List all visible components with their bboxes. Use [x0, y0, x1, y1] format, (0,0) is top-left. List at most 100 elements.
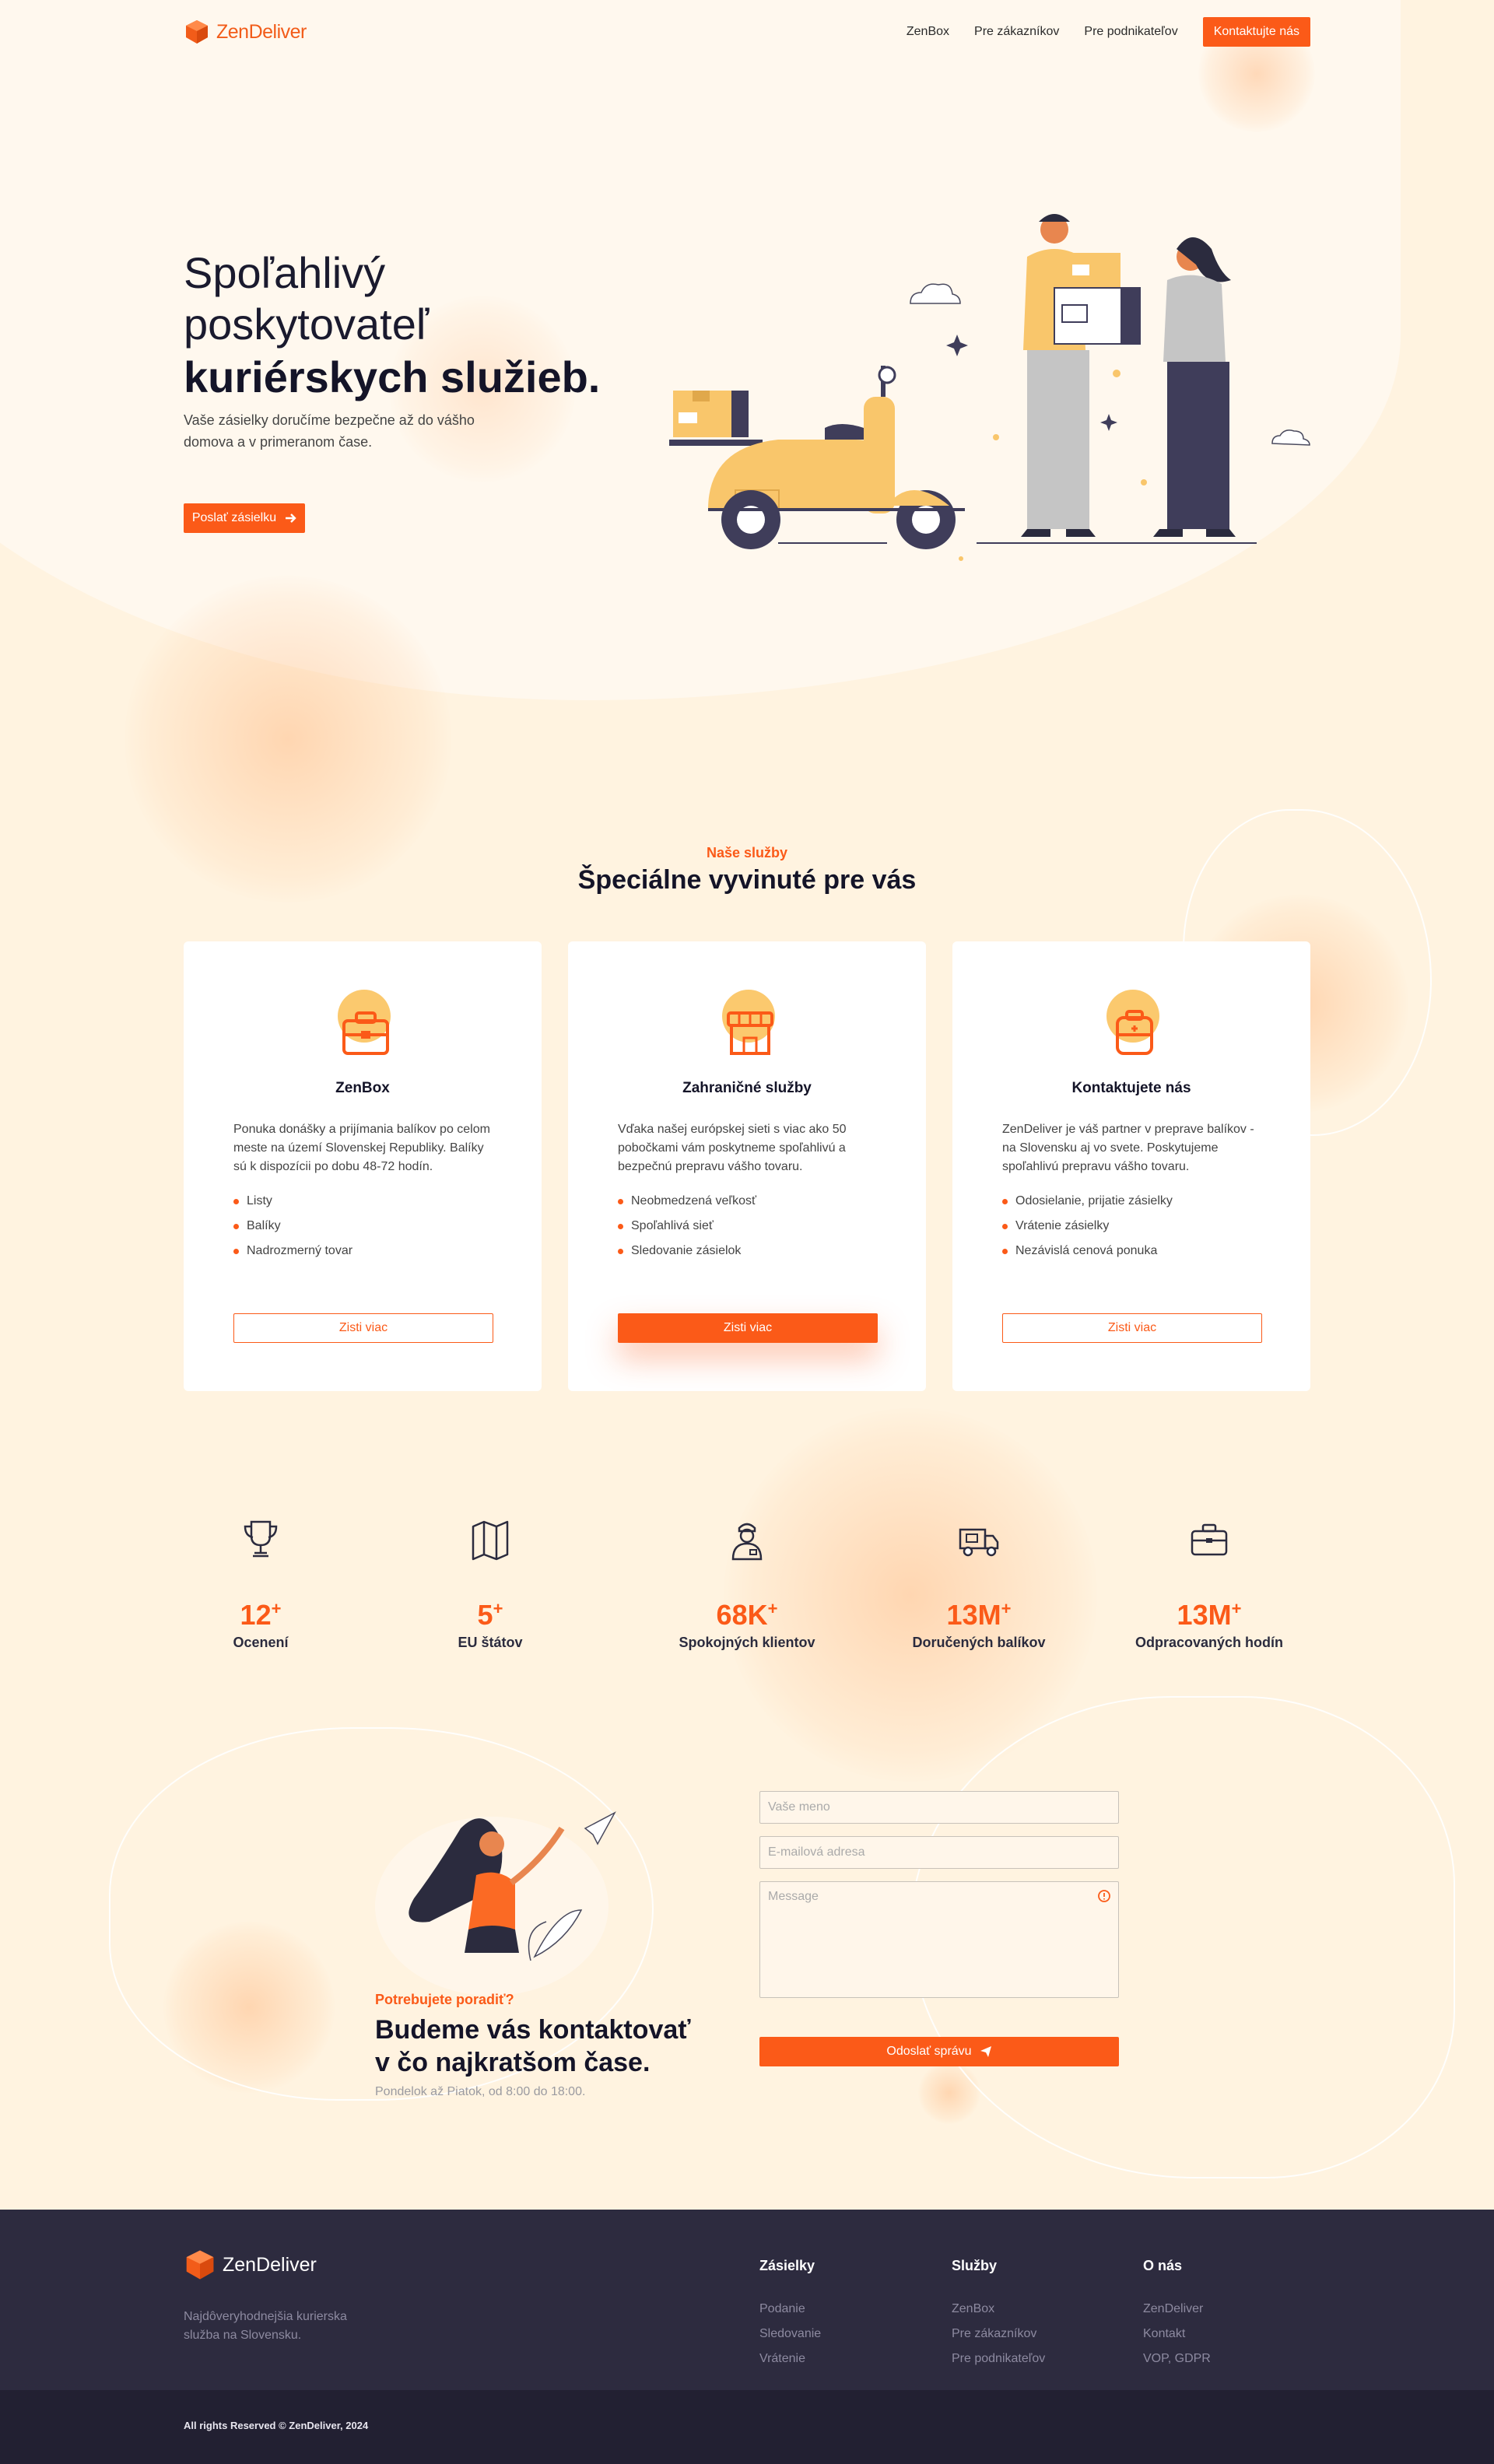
contact-button[interactable]: Kontaktujte nás: [1202, 17, 1310, 47]
card-title: Kontaktujete nás: [1071, 1080, 1191, 1096]
email-input[interactable]: [759, 1836, 1119, 1869]
contact-title-line2: v čo najkratšom čase.: [375, 2048, 651, 2077]
stat-label: Doručených balíkov: [912, 1635, 1046, 1650]
trophy-icon: [244, 1520, 278, 1558]
card-feature: Spoľahlivá sieť: [618, 1214, 756, 1239]
card-feature: Balíky: [233, 1214, 352, 1239]
learn-more-button[interactable]: Zisti viac: [1002, 1313, 1262, 1343]
send-message-label: Odoslať správu: [886, 2045, 972, 2058]
card-feature-list: Odosielanie, prijatie zásielky Vrátenie …: [1002, 1189, 1173, 1264]
delivery-illustration: [669, 214, 1310, 561]
contact-title: Budeme vás kontaktovať v čo najkratšom č…: [375, 2014, 702, 2079]
stat-hours: 13M+ Odpracovaných hodín: [1120, 1517, 1299, 1651]
card-title: Zahraničné služby: [682, 1080, 812, 1096]
footer-link[interactable]: VOP, GDPR: [1143, 2352, 1211, 2377]
top-nav: ZenDeliver ZenBox Pre zákazníkov Pre pod…: [184, 14, 1310, 50]
stat-label: EU štátov: [458, 1635, 523, 1650]
stat-clients: 68K+ Spokojných klientov: [658, 1517, 836, 1651]
copyright-text: All rights Reserved © ZenDeliver, 2024: [184, 2420, 369, 2431]
cube-logo-icon: [186, 20, 208, 44]
card-feature: Neobmedzená veľkosť: [618, 1189, 756, 1214]
paper-plane-icon: [980, 2046, 991, 2057]
learn-more-button[interactable]: Zisti viac: [618, 1313, 878, 1343]
copyright-bar: All rights Reserved © ZenDeliver, 2024: [0, 2390, 1494, 2464]
storefront-icon: [722, 990, 775, 1055]
briefcase-icon: [338, 990, 391, 1055]
nav-link-zenbox[interactable]: ZenBox: [907, 25, 949, 39]
contact-kicker: Potrebujete poradiť?: [375, 1992, 514, 2007]
stat-value: 12+: [240, 1599, 282, 1631]
nav-link-business[interactable]: Pre podnikateľov: [1084, 25, 1177, 39]
stat-packages: 13M+ Doručených balíkov: [889, 1517, 1068, 1651]
hero-title-line3: kuriérskych služieb.: [184, 352, 601, 401]
stat-label: Ocenení: [233, 1635, 289, 1650]
services-title: Špeciálne vyvinuté pre vás: [577, 865, 917, 895]
footer-link[interactable]: ZenBox: [952, 2302, 1045, 2327]
card-feature: Listy: [233, 1189, 352, 1214]
truck-icon: [959, 1528, 999, 1557]
logo[interactable]: ZenDeliver: [184, 19, 307, 45]
learn-more-button[interactable]: Zisti viac: [233, 1313, 493, 1343]
footer-col-title: O nás: [1143, 2258, 1183, 2273]
footer-link[interactable]: Pre zákazníkov: [952, 2327, 1045, 2352]
stat-value: 13M+: [1177, 1599, 1242, 1631]
send-package-button[interactable]: Poslať zásielku: [184, 503, 305, 533]
nav-link-customers[interactable]: Pre zákazníkov: [974, 25, 1059, 39]
backpack-icon: [1106, 990, 1159, 1055]
footer-link[interactable]: Vrátenie: [759, 2352, 821, 2377]
hero-title-line2: poskytovateľ: [184, 300, 430, 349]
support-woman-illustration: [375, 1811, 616, 1996]
message-textarea[interactable]: [759, 1881, 1119, 1998]
briefcase-icon: [1191, 1523, 1228, 1556]
contact-title-line1: Budeme vás kontaktovať: [375, 2015, 691, 2045]
footer-link[interactable]: Sledovanie: [759, 2327, 821, 2352]
warning-icon: [1098, 1890, 1110, 1902]
cube-logo-icon: [186, 2250, 214, 2280]
footer-link[interactable]: Pre podnikateľov: [952, 2352, 1045, 2377]
footer-col-title: Zásielky: [759, 2258, 815, 2273]
send-message-button[interactable]: Odoslať správu: [759, 2037, 1119, 2066]
services-kicker: Naše služby: [706, 845, 788, 860]
card-feature: Sledovanie zásielok: [618, 1239, 756, 1264]
stat-value: 13M+: [946, 1599, 1012, 1631]
footer-col-services: Služby ZenBox Pre zákazníkov Pre podnika…: [952, 2258, 1045, 2377]
card-description: Vďaka našej európskej sieti s viac ako 5…: [618, 1123, 847, 1173]
service-card-contact: Kontaktujete nás ZenDeliver je váš partn…: [952, 941, 1310, 1391]
card-feature: Nezávislá cenová ponuka: [1002, 1239, 1173, 1264]
card-description: ZenDeliver je váš partner v preprave bal…: [1002, 1123, 1254, 1173]
card-feature: Odosielanie, prijatie zásielky: [1002, 1189, 1173, 1214]
footer-link[interactable]: Kontakt: [1143, 2327, 1211, 2352]
stat-value: 5+: [477, 1599, 503, 1631]
hero-text: Spoľahlivý poskytovateľ kuriérskych služ…: [184, 247, 651, 453]
contact-form: Odoslať správu: [759, 1791, 1119, 2066]
page: ZenDeliver ZenBox Pre zákazníkov Pre pod…: [0, 0, 1494, 2464]
card-feature-list: Listy Balíky Nadrozmerný tovar: [233, 1189, 352, 1264]
stat-label: Odpracovaných hodín: [1135, 1635, 1284, 1650]
stats-row: 12+ Ocenení 5+ EU štátov 68K+ Spokojných…: [184, 1517, 1310, 1665]
send-package-label: Poslať zásielku: [191, 511, 277, 524]
service-card-international: Zahraničné služby Vďaka našej európskej …: [568, 941, 926, 1391]
footer-link[interactable]: Podanie: [759, 2302, 821, 2327]
footer-col-title: Služby: [952, 2258, 998, 2273]
service-card-zenbox: ZenBox Ponuka donášky a prijímania balík…: [184, 941, 542, 1391]
hero-title-line1: Spoľahlivý: [184, 248, 386, 297]
name-input[interactable]: [759, 1791, 1119, 1824]
logo-text: ZenDeliver: [216, 20, 307, 43]
nav-links: ZenBox Pre zákazníkov Pre podnikateľov K…: [907, 17, 1310, 47]
office-hours: Pondelok až Piatok, od 8:00 do 18:00.: [375, 2085, 586, 2098]
footer-col-about: O nás ZenDeliver Kontakt VOP, GDPR: [1143, 2258, 1211, 2377]
footer-link[interactable]: ZenDeliver: [1143, 2302, 1211, 2327]
card-description: Ponuka donášky a prijímania balíkov po c…: [233, 1123, 490, 1173]
footer-tagline: Najdôveryhodnejšia kurierska služba na S…: [184, 2310, 347, 2342]
card-feature-list: Neobmedzená veľkosť Spoľahlivá sieť Sled…: [618, 1189, 756, 1264]
footer-logo-text: ZenDeliver: [223, 2253, 317, 2276]
card-feature: Nadrozmerný tovar: [233, 1239, 352, 1264]
card-feature: Vrátenie zásielky: [1002, 1214, 1173, 1239]
footer-col-shipments: Zásielky Podanie Sledovanie Vrátenie: [759, 2258, 821, 2377]
card-title: ZenBox: [335, 1080, 390, 1096]
hero-subtitle: Vaše zásielky doručíme bezpečne až do vá…: [184, 412, 475, 450]
stat-label: Spokojných klientov: [679, 1635, 815, 1650]
footer: ZenDeliver Najdôveryhodnejšia kurierska …: [0, 2210, 1494, 2390]
stat-awards: 12+ Ocenení: [171, 1517, 350, 1651]
footer-logo[interactable]: ZenDeliver: [184, 2248, 317, 2281]
